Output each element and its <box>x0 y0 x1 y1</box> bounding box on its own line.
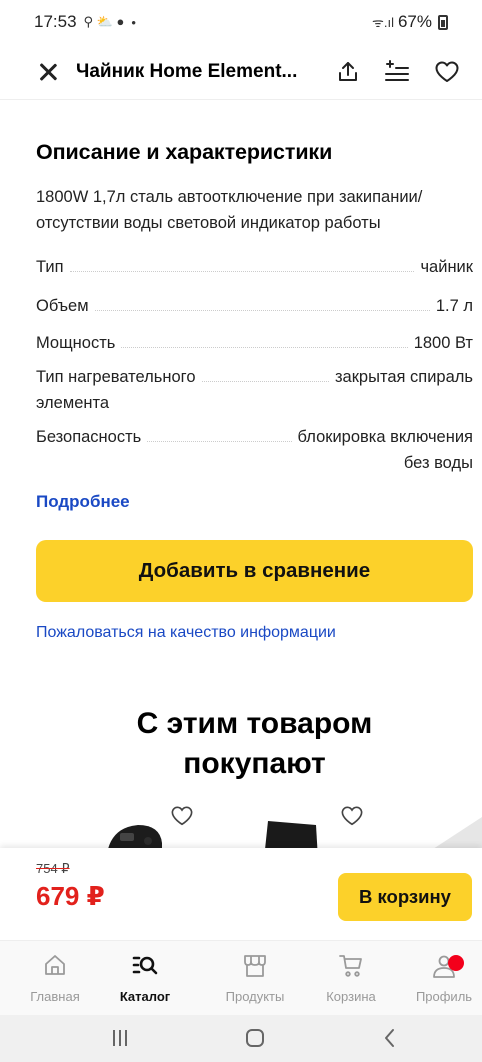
spec-label: Тип нагревательного элемента <box>36 364 196 416</box>
spec-leader <box>201 364 329 382</box>
more-details-link[interactable]: Подробнее <box>36 492 130 512</box>
spec-label-line1: Тип нагревательного <box>36 368 196 386</box>
spec-label: Объем <box>36 297 89 315</box>
spec-row-volume: Объем 1.7 л <box>36 293 473 319</box>
spec-value: закрытая спираль <box>334 368 473 386</box>
spec-leader <box>69 254 415 272</box>
catalog-search-icon <box>132 956 158 975</box>
header-actions <box>336 59 460 84</box>
nav-icon-wrap <box>97 953 193 979</box>
system-nav-bar <box>0 1015 482 1062</box>
status-left: 17:53 ⚲ ⛅ ● • <box>34 12 136 32</box>
nav-label: Корзина <box>326 989 376 1004</box>
nav-label: Профиль <box>415 989 473 1004</box>
nav-item-profile[interactable]: Профиль <box>396 941 482 1016</box>
add-to-cart-button[interactable]: В корзину <box>338 873 472 921</box>
product-wishlist-icon[interactable] <box>170 805 194 827</box>
nav-icon-wrap <box>303 953 399 979</box>
nav-item-catalog[interactable]: Каталог <box>97 941 193 1016</box>
section-title: Описание и характеристики <box>36 140 333 164</box>
spec-value: 1800 Вт <box>413 334 473 352</box>
buy-bar: 754 ₽ 679 ₽ В корзину <box>0 848 482 940</box>
product-image-adapter[interactable] <box>104 819 166 850</box>
current-price: 679 ₽ <box>36 881 105 911</box>
spec-value: чайник <box>420 258 473 276</box>
related-title-line1: С этим товаром <box>136 707 373 740</box>
spec-row-heating-element: Тип нагревательного элемента закрытая сп… <box>36 364 473 416</box>
spec-label-line2: элемента <box>36 394 110 412</box>
app-header: Чайник Home Element... <box>0 44 482 100</box>
nav-item-home[interactable]: Главная <box>7 941 103 1016</box>
home-button-icon[interactable] <box>244 1027 266 1049</box>
spec-row-power: Мощность 1800 Вт <box>36 330 473 356</box>
cart-icon <box>339 955 362 977</box>
spec-leader <box>147 424 292 442</box>
nav-label: Главная <box>30 989 80 1004</box>
nav-label: Каталог <box>119 989 171 1004</box>
recent-apps-icon[interactable] <box>110 1027 130 1049</box>
nav-item-products[interactable]: Продукты <box>207 941 303 1016</box>
status-time: 17:53 <box>34 12 77 31</box>
nav-icon-wrap <box>7 953 103 979</box>
spec-leader <box>121 330 408 348</box>
old-price: 754 ₽ <box>36 861 70 876</box>
home-icon <box>45 955 65 975</box>
spec-label: Мощность <box>36 334 116 352</box>
spec-value: 1.7 л <box>435 297 473 315</box>
nav-item-cart[interactable]: Корзина <box>303 941 399 1016</box>
product-image-partial[interactable] <box>420 811 482 850</box>
status-bar: 17:53 ⚲ ⛅ ● • ᯤ.ıl 67% <box>0 0 482 44</box>
page-title: Чайник Home Element... <box>76 60 298 82</box>
spec-value-line1: блокировка включения <box>297 428 473 446</box>
notification-dot: • <box>131 14 136 30</box>
bottom-nav: Главная Каталог Продукты Корзина Профиль <box>0 940 482 1015</box>
signal-icon: ᯤ.ıl <box>371 15 394 30</box>
battery-icon <box>438 14 448 30</box>
spec-leader <box>94 293 430 311</box>
notification-badge <box>448 955 464 971</box>
nav-icon-wrap <box>207 953 303 979</box>
notification-icons: ⚲ ⛅ ● <box>83 14 125 29</box>
product-image-package[interactable] <box>262 819 322 850</box>
spec-value: блокировка включения без воды <box>298 424 473 476</box>
status-right: ᯤ.ıl 67% <box>372 12 448 32</box>
spec-label: Тип <box>36 258 64 276</box>
report-info-quality-link[interactable]: Пожаловаться на качество информации <box>36 624 336 642</box>
product-wishlist-icon[interactable] <box>340 805 364 827</box>
related-title-line2: покупают <box>183 747 326 780</box>
add-to-compare-button[interactable]: Добавить в сравнение <box>36 540 473 602</box>
nav-label: Продукты <box>225 989 285 1004</box>
store-icon <box>244 955 266 977</box>
back-icon[interactable] <box>380 1027 400 1049</box>
nav-icon-wrap <box>396 953 482 979</box>
spec-value-line2: без воды <box>403 454 473 472</box>
related-products-carousel[interactable] <box>0 805 482 850</box>
spec-row-safety: Безопасность блокировка включения без во… <box>36 424 473 476</box>
close-icon[interactable] <box>36 60 60 84</box>
spec-label: Безопасность <box>36 428 142 446</box>
battery-percent: 67% <box>397 12 432 31</box>
related-products-title: С этим товаром покупают <box>36 704 473 784</box>
share-icon[interactable] <box>336 60 360 84</box>
heart-icon[interactable] <box>434 60 460 84</box>
product-description: 1800W 1,7л сталь автоотключение при заки… <box>36 188 423 232</box>
spec-row-type: Тип чайник <box>36 254 473 280</box>
add-to-list-icon[interactable] <box>384 59 410 84</box>
